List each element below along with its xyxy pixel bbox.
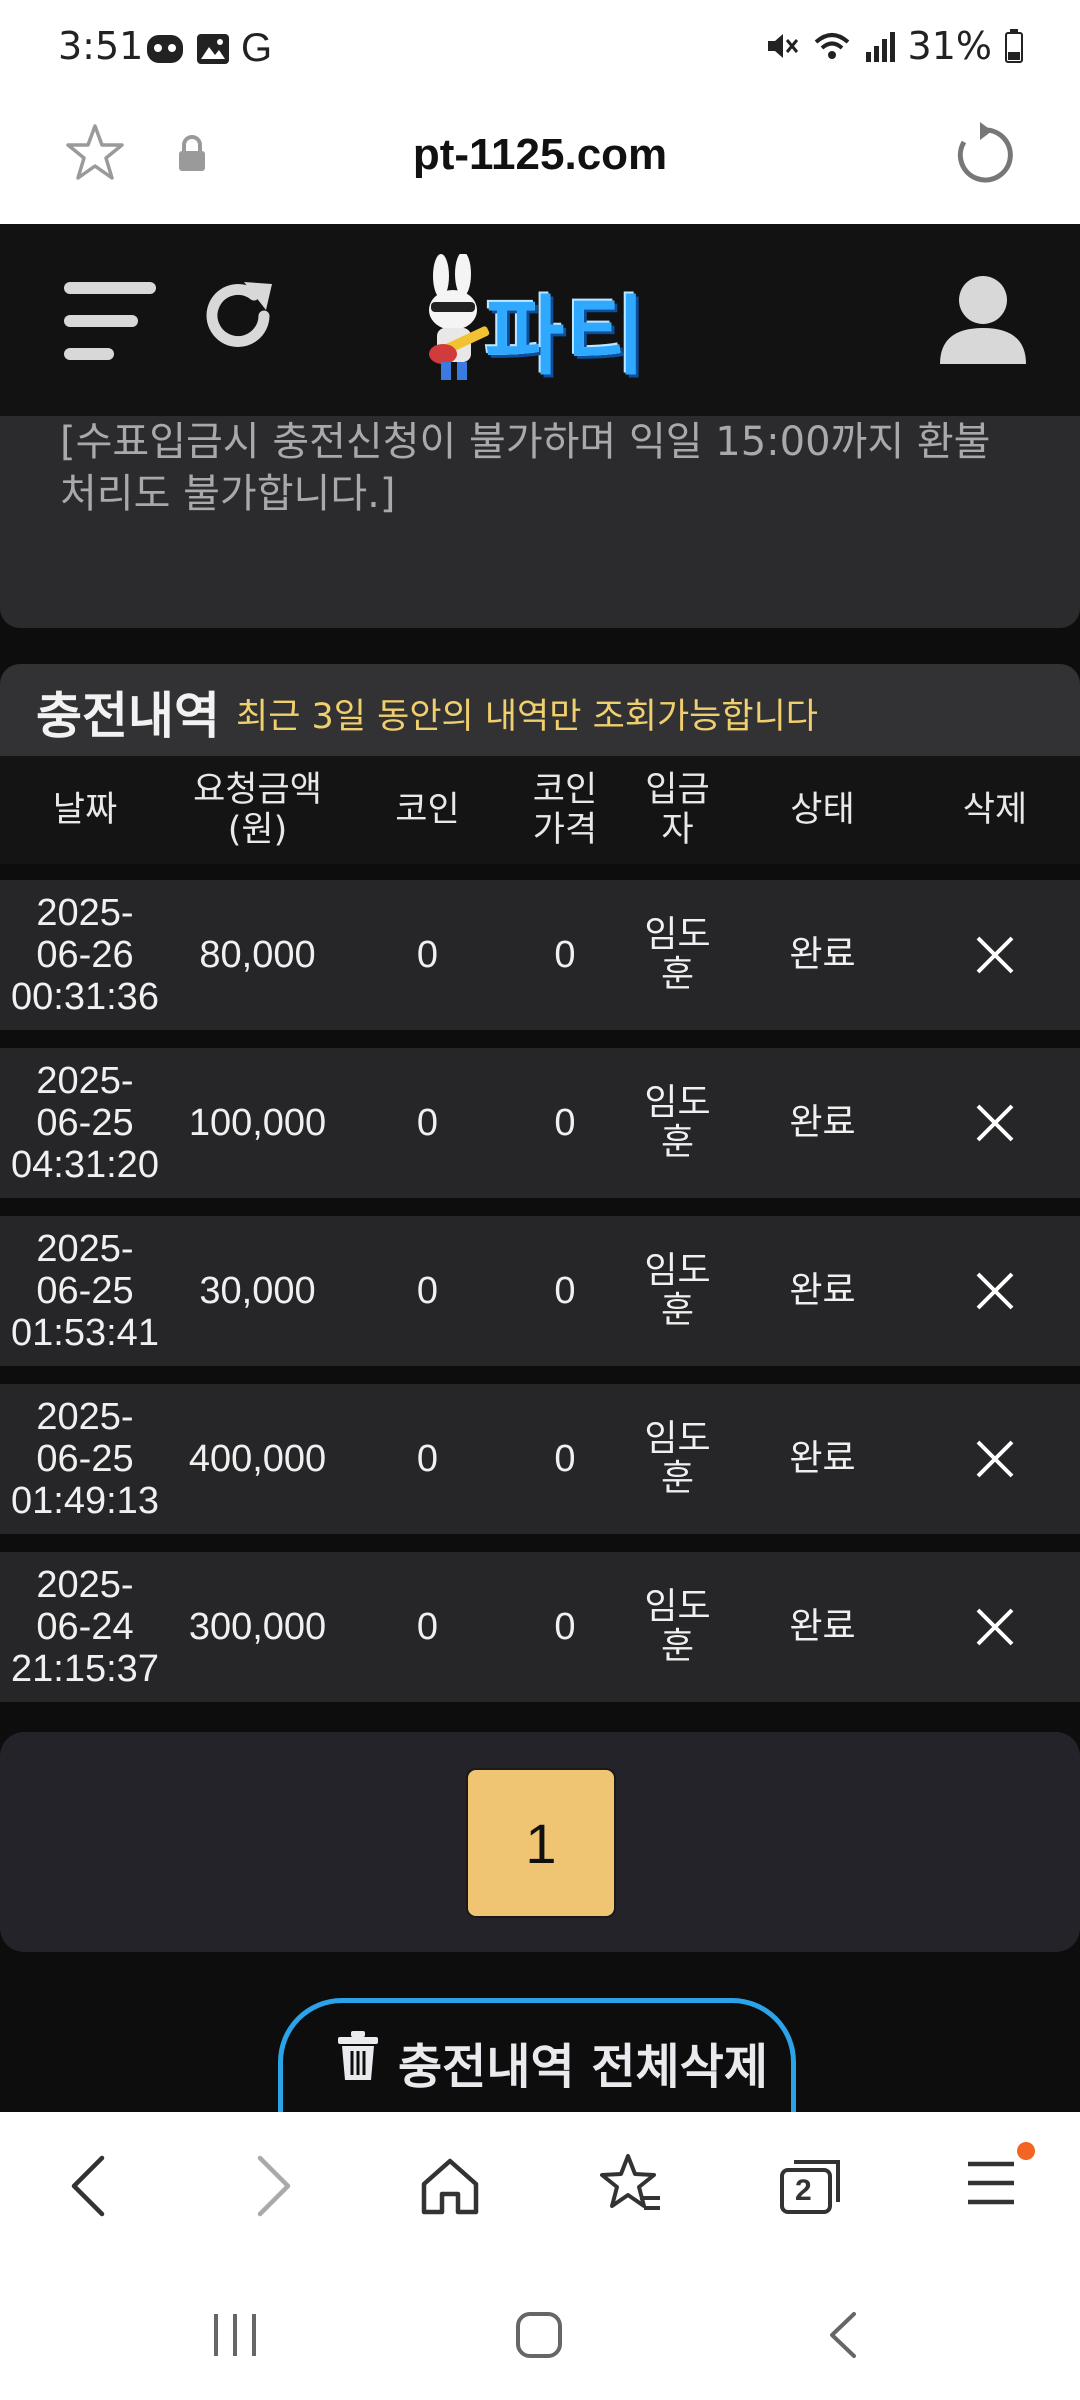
row-depositor: 임도 훈 [644, 1250, 711, 1331]
menu-icon[interactable] [966, 2158, 1016, 2208]
system-nav-bar [0, 2292, 1080, 2400]
google-g-icon: G [241, 26, 273, 70]
charge-history-header: 충전내역 최근 3일 동안의 내역만 조회가능합니다 [0, 664, 1080, 756]
row-depositor: 임도 훈 [644, 914, 711, 995]
row-depositor: 임도 훈 [644, 1586, 711, 1667]
tabs-button[interactable]: 2 [778, 2154, 844, 2216]
site-header: 파티 [0, 224, 1080, 416]
row-date: 2025- 06-25 01:49:13 [11, 1396, 159, 1522]
row-amount: 400,000 [188, 1438, 327, 1480]
delete-row-button[interactable] [910, 1216, 1080, 1366]
game-controller-icon [147, 34, 183, 63]
row-coin: 0 [416, 1270, 439, 1312]
row-amount: 300,000 [188, 1606, 327, 1648]
row-coin: 0 [416, 1102, 439, 1144]
status-bar: 3:51 G 31% [0, 0, 1080, 100]
reload-icon[interactable] [952, 122, 1018, 188]
row-amount: 80,000 [199, 934, 316, 976]
home-icon[interactable] [418, 2156, 482, 2216]
delete-row-button[interactable] [910, 1384, 1080, 1534]
url-text[interactable]: pt-1125.com [0, 130, 1080, 180]
mute-icon [767, 34, 798, 58]
col-header-date: 날짜 [52, 790, 118, 830]
notice-box: [수표입금시 충전신청이 불가하며 익일 15:00까지 환불 처리도 불가합니… [0, 416, 1080, 628]
tab-count: 2 [795, 2174, 812, 2207]
row-status: 완료 [789, 1270, 856, 1311]
status-left-icons: G [145, 26, 272, 71]
trash-icon [338, 2031, 378, 2080]
hamburger-menu-icon[interactable] [64, 280, 156, 362]
row-status: 완료 [789, 934, 856, 975]
close-icon[interactable] [975, 1607, 1015, 1647]
row-date: 2025- 06-24 21:15:37 [11, 1564, 159, 1690]
site-logo[interactable]: 파티 [415, 254, 675, 387]
delete-row-button[interactable] [910, 1048, 1080, 1198]
status-right-icons: 31% [764, 24, 1024, 68]
row-status: 완료 [789, 1438, 856, 1479]
row-depositor: 임도 훈 [644, 1418, 711, 1499]
row-coin-price: 0 [554, 934, 576, 976]
back-nav-icon[interactable] [824, 2310, 860, 2360]
col-header-status: 상태 [790, 790, 855, 830]
notice-text: [수표입금시 충전신청이 불가하며 익일 15:00까지 환불 처리도 불가합니… [60, 419, 991, 517]
signal-icon [865, 32, 895, 62]
table-row: 2025- 06-25 01:53:41 30,000 0 0 임도 훈 완료 [0, 1216, 1080, 1366]
delete-all-history-button[interactable]: 충전내역 전체삭제 [278, 1998, 796, 2118]
row-date: 2025- 06-26 00:31:36 [11, 892, 159, 1018]
refresh-icon[interactable] [198, 276, 278, 356]
row-amount: 30,000 [199, 1270, 316, 1312]
section-subtitle: 최근 3일 동안의 내역만 조회가능합니다 [236, 697, 818, 737]
page-button-current[interactable]: 1 [466, 1768, 616, 1918]
recent-apps-icon[interactable] [210, 2310, 260, 2360]
back-arrow-icon[interactable] [66, 2154, 110, 2218]
home-nav-icon[interactable] [514, 2310, 564, 2360]
close-icon[interactable] [975, 935, 1015, 975]
logo-text: 파티 [485, 287, 648, 387]
row-coin: 0 [416, 934, 439, 976]
col-header-coin: 코인 [395, 790, 460, 830]
wifi-icon [814, 33, 849, 59]
browser-url-bar: pt-1125.com [0, 100, 1080, 227]
battery-percent: 31% [907, 24, 992, 68]
close-icon[interactable] [975, 1439, 1015, 1479]
close-icon[interactable] [975, 1103, 1015, 1143]
col-header-depositor: 입금 자 [645, 770, 710, 850]
table-row: 2025- 06-26 00:31:36 80,000 0 0 임도 훈 완료 [0, 880, 1080, 1030]
row-coin-price: 0 [554, 1270, 576, 1312]
table-header: 날짜 요청금액 (원) 코인 코인 가격 입금 자 상태 삭제 [0, 756, 1080, 864]
delete-row-button[interactable] [910, 880, 1080, 1030]
delete-all-label: 충전내역 전체삭제 [398, 2039, 768, 2095]
browser-toolbar: 2 [0, 2112, 1080, 2292]
row-status: 완료 [789, 1606, 856, 1647]
image-icon [197, 33, 229, 64]
section-title: 충전내역 [36, 687, 220, 745]
status-time: 3:51 [58, 24, 144, 68]
battery-icon [1005, 29, 1023, 63]
row-amount: 100,000 [188, 1102, 327, 1144]
table-row: 2025- 06-24 21:15:37 300,000 0 0 임도 훈 완료 [0, 1552, 1080, 1702]
row-coin-price: 0 [554, 1102, 576, 1144]
row-date: 2025- 06-25 01:53:41 [11, 1228, 159, 1354]
delete-row-button[interactable] [910, 1552, 1080, 1702]
user-profile-icon[interactable] [936, 272, 1030, 366]
close-icon[interactable] [975, 1271, 1015, 1311]
table-row: 2025- 06-25 01:49:13 400,000 0 0 임도 훈 완료 [0, 1384, 1080, 1534]
col-header-coin-price: 코인 가격 [532, 770, 598, 850]
row-depositor: 임도 훈 [644, 1082, 711, 1163]
col-header-amount: 요청금액 (원) [193, 770, 322, 850]
bookmarks-icon[interactable] [598, 2152, 664, 2218]
row-coin-price: 0 [554, 1606, 576, 1648]
row-coin-price: 0 [554, 1438, 576, 1480]
pagination: 1 [0, 1732, 1080, 1952]
row-coin: 0 [416, 1606, 439, 1648]
forward-arrow-icon[interactable] [252, 2154, 296, 2218]
table-row: 2025- 06-25 04:31:20 100,000 0 0 임도 훈 완료 [0, 1048, 1080, 1198]
col-header-delete: 삭제 [962, 790, 1028, 830]
row-status: 완료 [789, 1102, 856, 1143]
row-coin: 0 [416, 1438, 439, 1480]
notification-dot [1017, 2142, 1035, 2160]
row-date: 2025- 06-25 04:31:20 [11, 1060, 159, 1186]
